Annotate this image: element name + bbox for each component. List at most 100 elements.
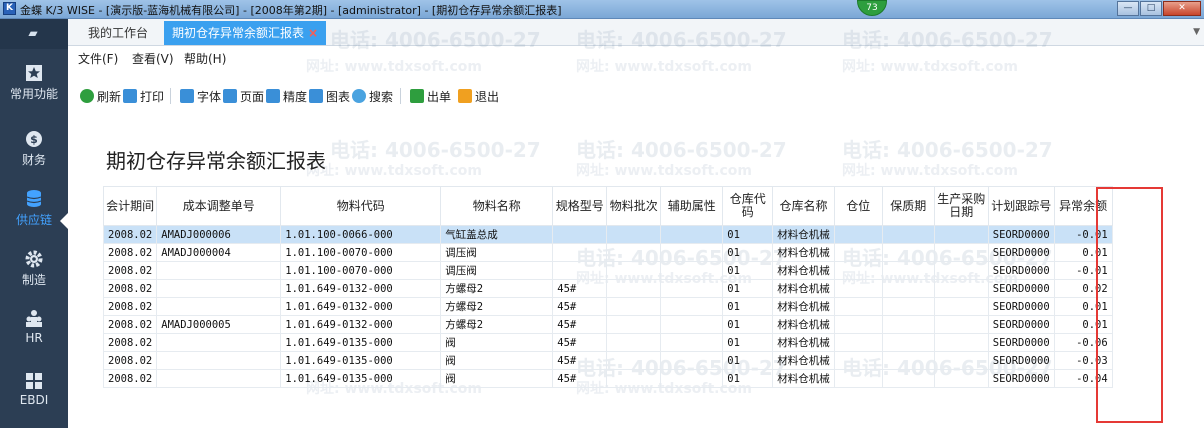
table-cell[interactable]: 材料仓机械 [772,225,835,244]
column-header[interactable]: 规格型号 [552,186,608,226]
table-cell[interactable] [833,333,883,352]
table-cell[interactable]: SEORD0000 [987,225,1055,244]
table-cell[interactable] [660,297,724,316]
table-cell[interactable]: 1.01.649-0132-000 [280,315,442,334]
table-cell[interactable]: 1.01.649-0132-000 [280,297,442,316]
column-header[interactable]: 物料批次 [606,186,662,226]
table-cell[interactable] [660,243,724,262]
table-cell[interactable]: 1.01.100-0070-000 [280,261,442,280]
table-cell[interactable]: 1.01.649-0135-000 [280,369,442,388]
table-cell[interactable]: 材料仓机械 [772,351,835,370]
table-cell[interactable] [833,243,883,262]
table-cell[interactable] [156,279,282,298]
table-cell[interactable] [660,225,724,244]
chart-button[interactable]: 图表 [309,86,350,106]
precision-button[interactable]: 精度 [266,86,307,106]
output-button[interactable]: 出单 [410,86,451,106]
table-cell[interactable]: AMADJ000004 [156,243,282,262]
table-cell[interactable] [881,297,935,316]
table-cell[interactable] [933,351,989,370]
table-cell[interactable] [833,261,883,280]
table-cell[interactable] [933,243,989,262]
search-button[interactable]: 搜索 [352,86,393,106]
table-cell[interactable] [881,279,935,298]
table-cell[interactable]: 调压阀 [440,243,554,262]
table-cell[interactable] [606,225,662,244]
sidebar-item-manufacturing[interactable]: 制造 [0,249,68,305]
column-header[interactable]: 物料代码 [280,186,442,226]
table-cell[interactable]: 2008.02 [102,297,158,316]
table-cell[interactable]: AMADJ000005 [156,315,282,334]
table-cell[interactable]: 01 [722,297,774,316]
print-button[interactable]: 打印 [123,86,164,106]
table-cell[interactable] [606,279,662,298]
table-cell[interactable]: SEORD0000 [987,261,1055,280]
table-cell[interactable]: 45# [552,351,608,370]
table-row[interactable]: 2008.02 1.01.649-0135-000 阀 45# 01 材料仓机械 SEORD… [102,333,1113,352]
table-cell[interactable]: 45# [552,333,608,352]
table-cell[interactable]: 1.01.649-0135-000 [280,333,442,352]
table-cell[interactable]: 调压阀 [440,261,554,280]
table-row[interactable]: 2008.02 1.01.649-0135-000 阀 45# 01 材料仓机械 SEORD… [102,351,1113,370]
table-cell[interactable]: 材料仓机械 [772,279,835,298]
close-window-button[interactable]: ✕ [1163,1,1201,16]
table-cell[interactable] [606,315,662,334]
sidebar-item-supply-chain[interactable]: 供应链 [0,189,68,245]
table-cell[interactable] [156,297,282,316]
table-cell[interactable] [833,225,883,244]
table-cell[interactable]: SEORD0000 [987,369,1055,388]
column-header[interactable]: 仓库名称 [772,186,835,226]
table-cell[interactable]: 材料仓机械 [772,261,835,280]
table-cell[interactable]: 01 [722,279,774,298]
table-cell[interactable] [881,333,935,352]
table-cell[interactable]: 方螺母2 [440,315,554,334]
table-cell[interactable]: 方螺母2 [440,297,554,316]
table-cell[interactable] [660,333,724,352]
table-row[interactable]: 2008.02 1.01.100-0070-000 调压阀 01 材料仓机械 SEORD0… [102,261,1113,280]
table-cell[interactable]: 2008.02 [102,351,158,370]
refresh-button[interactable]: 刷新 [80,86,121,106]
table-cell[interactable] [933,297,989,316]
table-cell[interactable] [156,261,282,280]
table-cell[interactable]: 01 [722,369,774,388]
table-cell[interactable] [606,243,662,262]
table-cell[interactable]: 01 [722,315,774,334]
table-cell[interactable] [933,315,989,334]
table-cell[interactable]: 01 [722,261,774,280]
table-cell[interactable]: SEORD0000 [987,279,1055,298]
page-button[interactable]: 页面 [223,86,264,106]
table-cell[interactable] [933,225,989,244]
menu-file[interactable]: 文件(F) [78,50,118,67]
column-header[interactable]: 仓位 [833,186,883,226]
table-row[interactable]: 2008.02 AMADJ000004 1.01.100-0070-000 调压阀 01… [102,243,1113,262]
column-header[interactable]: 物料名称 [440,186,554,226]
table-cell[interactable]: 1.01.100-0070-000 [280,243,442,262]
table-cell[interactable] [606,369,662,388]
table-cell[interactable]: 2008.02 [102,279,158,298]
table-cell[interactable] [156,369,282,388]
table-cell[interactable] [933,369,989,388]
sidebar-item-ebdi[interactable]: EBDI [0,371,68,427]
table-cell[interactable] [881,261,935,280]
sidebar-item-common[interactable]: 常用功能 [0,63,68,119]
table-cell[interactable]: 方螺母2 [440,279,554,298]
table-cell[interactable]: 阀 [440,369,554,388]
notification-badge[interactable]: 73 [857,0,887,16]
table-cell[interactable]: 1.01.100-0066-000 [280,225,442,244]
column-header[interactable]: 会计期间 [102,186,158,226]
column-header[interactable]: 仓库代码 [722,186,774,226]
sidebar-item-finance[interactable]: $ 财务 [0,129,68,185]
table-row[interactable]: 2008.02 AMADJ000006 1.01.100-0066-000 气缸盖总成… [102,225,1113,244]
table-row[interactable]: 2008.02 1.01.649-0132-000 方螺母2 45# 01 材料仓机械 SE… [102,297,1113,316]
tab-workbench[interactable]: 我的工作台 [80,21,156,45]
table-cell[interactable]: 材料仓机械 [772,315,835,334]
table-cell[interactable]: 2008.02 [102,225,158,244]
exit-button[interactable]: 退出 [458,86,499,106]
table-cell[interactable] [606,333,662,352]
menu-view[interactable]: 查看(V) [132,50,174,67]
minimize-button[interactable]: — [1117,1,1139,16]
table-cell[interactable] [881,225,935,244]
table-cell[interactable]: 2008.02 [102,369,158,388]
column-header[interactable]: 生产采购日期 [933,186,989,226]
table-row[interactable]: 2008.02 1.01.649-0135-000 阀 45# 01 材料仓机械 SEORD… [102,369,1113,388]
